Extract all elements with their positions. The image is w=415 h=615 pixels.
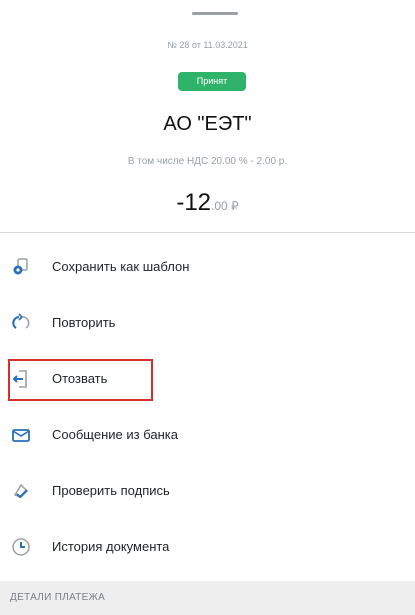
signature-check-icon <box>9 479 33 503</box>
envelope-icon <box>9 423 33 447</box>
verify-signature-button[interactable]: Проверить подпись <box>0 464 415 520</box>
bank-message-button[interactable]: Сообщение из банка <box>0 408 415 464</box>
payment-details-title: ДЕТАЛИ ПЛАТЕЖА <box>10 592 106 603</box>
status-badge: Принят <box>178 72 246 91</box>
divider <box>0 232 415 233</box>
company-name: АО "ЕЭТ" <box>163 113 252 135</box>
repeat-label: Повторить <box>52 315 116 330</box>
revoke-highlight-box <box>8 359 153 401</box>
vat-info: В том числе НДС 20.00 % - 2.00 р. <box>127 156 288 167</box>
save-template-label: Сохранить как шаблон <box>52 259 190 274</box>
drag-handle[interactable] <box>192 12 238 15</box>
repeat-icon <box>9 311 33 335</box>
template-icon <box>9 255 33 279</box>
amount-cents: .00 ₽ <box>211 199 239 213</box>
payment-amount: -12.00 ₽ <box>0 189 415 217</box>
save-template-button[interactable]: Сохранить как шаблон <box>0 240 415 296</box>
amount-main: -12 <box>176 189 212 216</box>
bank-message-label: Сообщение из банка <box>52 427 178 442</box>
verify-signature-label: Проверить подпись <box>52 483 170 498</box>
document-history-label: История документа <box>52 539 170 554</box>
payment-details-section[interactable]: ДЕТАЛИ ПЛАТЕЖА <box>0 581 415 615</box>
document-number: № 28 от 11.03.2021 <box>167 40 248 50</box>
repeat-button[interactable]: Повторить <box>0 296 415 352</box>
clock-icon <box>9 535 33 559</box>
document-history-button[interactable]: История документа <box>0 520 415 576</box>
